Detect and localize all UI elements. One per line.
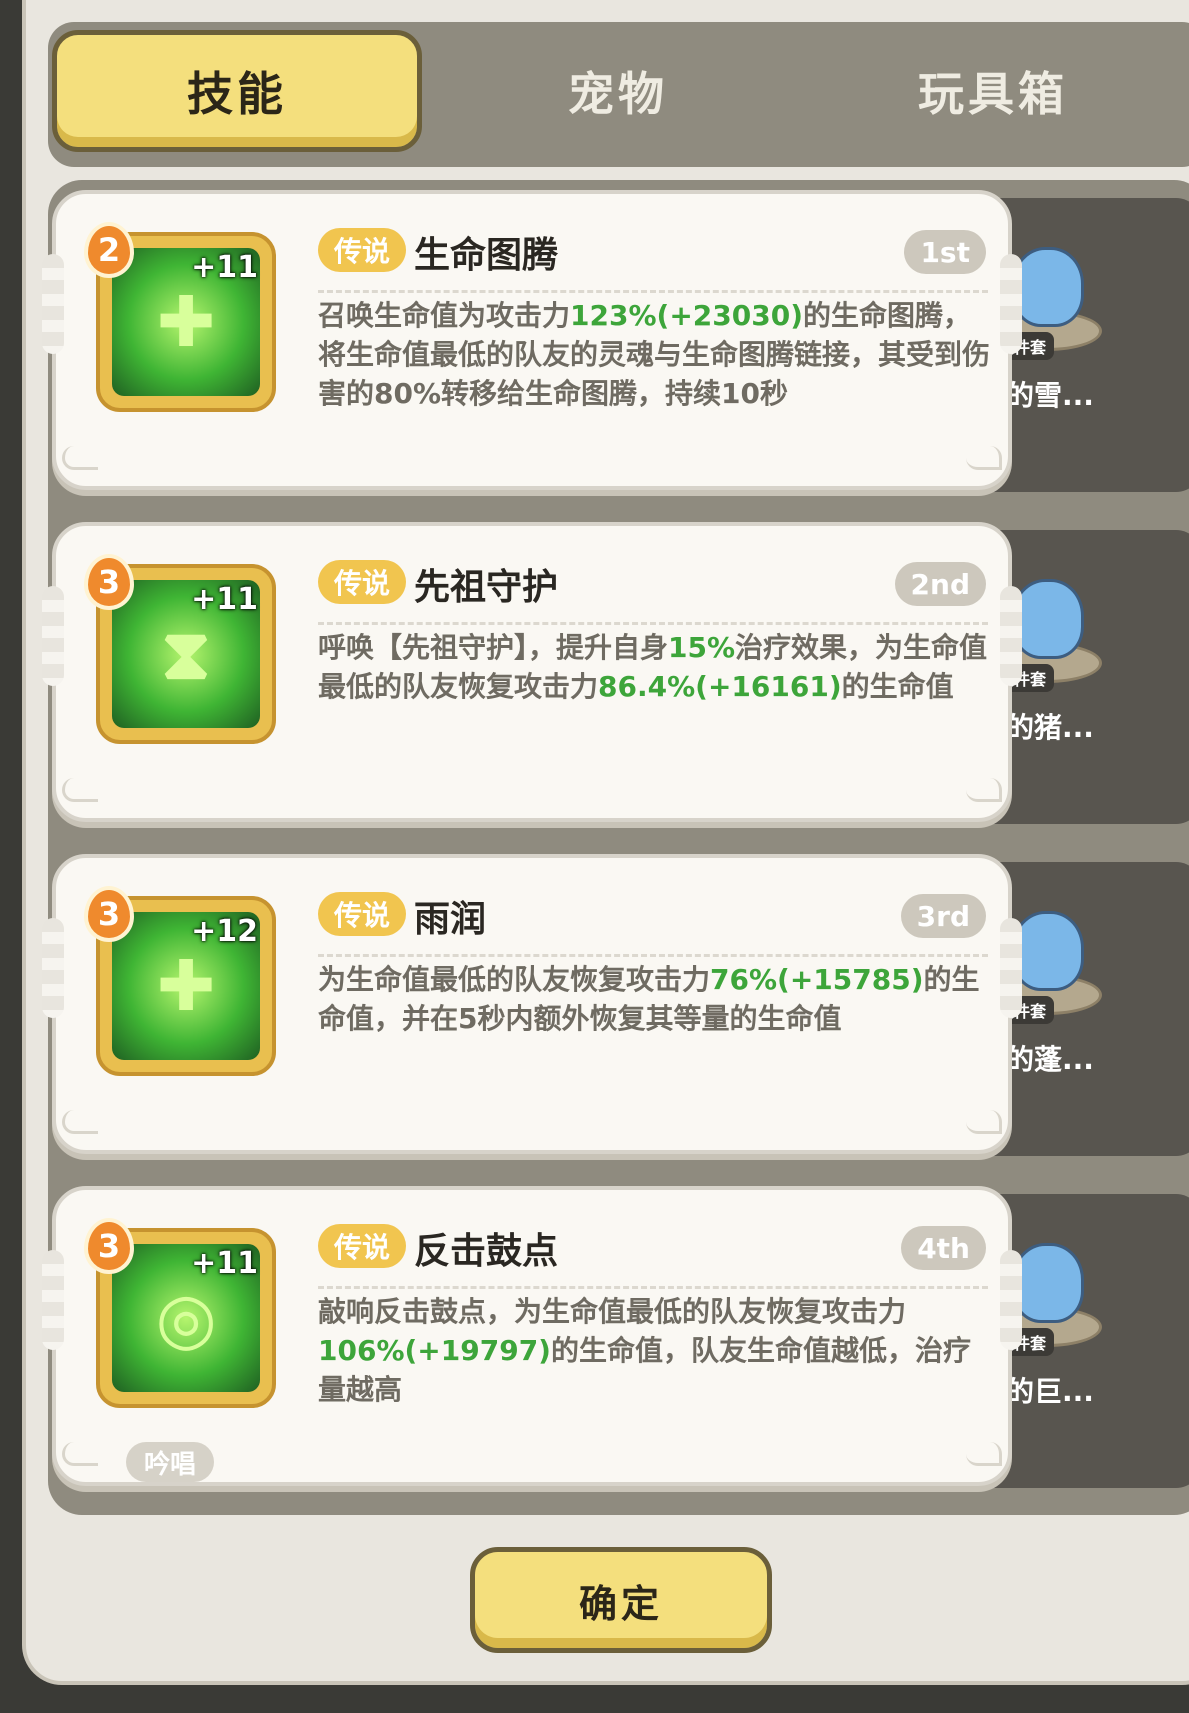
skill-card[interactable]: ✚ 3 +12 传说 雨润 3rd 为生命值最低的队友恢复攻击力76%(+157… — [42, 854, 1022, 1154]
skill-name: 雨润 — [414, 899, 487, 940]
skill-card[interactable]: ◎ 3 +11 传说 反击鼓点 4th 敲响反击鼓点，为生命值最低的队友恢复攻击… — [42, 1186, 1022, 1486]
skill-description: 召唤生命值为攻击力123%(+23030)的生命图腾，将生命值最低的队友的灵魂与… — [318, 296, 990, 413]
cast-tag: 吟唱 — [126, 1442, 215, 1482]
skill-card[interactable]: ✚ 2 +11 传说 生命图腾 1st 召唤生命值为攻击力123%(+23030… — [42, 190, 1022, 490]
skill-level-badge: 3 — [84, 1218, 134, 1274]
skill-card[interactable]: ⧗ 3 +11 传说 先祖守护 2nd 呼唤【先祖守护】，提升自身15%治疗效果… — [42, 522, 1022, 822]
tab-skills[interactable]: 技能 — [52, 30, 422, 152]
skill-desc-text: 呼唤【先祖守护】，提升自身 — [318, 631, 669, 664]
skill-rank-badge: 2nd — [894, 562, 986, 606]
card-ornament-right — [1000, 918, 1022, 1018]
skill-row: 六件套 发呆的蓬... ✚ 3 +12 传说 雨润 3rd 为生命值最低的队友恢… — [42, 848, 1189, 1161]
card-corner-decoration — [62, 1442, 98, 1466]
skill-row: 六件套 活跃的猪... ⧗ 3 +11 传说 先祖守护 2nd 呼唤【先祖守护】… — [42, 516, 1189, 829]
skill-description: 呼唤【先祖守护】，提升自身15%治疗效果，为生命值最低的队友恢复攻击力86.4%… — [318, 628, 990, 706]
skill-icon[interactable]: ✚ 2 +11 — [84, 222, 276, 412]
skill-rank-badge: 1st — [904, 230, 986, 274]
skill-stat-value: 86.4%(+16161) — [598, 670, 842, 703]
skill-icon[interactable]: ✚ 3 +12 — [84, 886, 276, 1076]
skill-desc-text: 为生命值最低的队友恢复攻击力 — [318, 963, 711, 996]
tab-pets[interactable]: 宠物 — [433, 30, 803, 152]
skill-name: 先祖守护 — [414, 567, 559, 608]
skill-enhance-badge: +11 — [191, 250, 258, 285]
skill-enhance-badge: +11 — [191, 582, 258, 617]
divider — [318, 290, 988, 293]
divider — [318, 1286, 988, 1289]
skill-stat-value: 123%(+23030) — [570, 299, 803, 332]
skill-desc-text: 敲响反击鼓点，为生命值最低的队友恢复攻击力 — [318, 1295, 907, 1328]
card-ornament-left — [42, 586, 64, 686]
divider — [318, 954, 988, 957]
card-ornament-right — [1000, 586, 1022, 686]
skill-icon[interactable]: ⧗ 3 +11 — [84, 554, 276, 744]
card-corner-decoration — [62, 446, 98, 470]
skill-enhance-badge: +11 — [191, 1246, 258, 1281]
skill-description: 敲响反击鼓点，为生命值最低的队友恢复攻击力106%(+19797)的生命值，队友… — [318, 1292, 990, 1409]
confirm-button[interactable]: 确定 — [470, 1547, 772, 1653]
skill-desc-text: 召唤生命值为攻击力 — [318, 299, 571, 332]
skill-name: 生命图腾 — [414, 235, 559, 276]
rarity-badge: 传说 — [318, 228, 407, 272]
skill-name: 反击鼓点 — [414, 1231, 559, 1272]
card-ornament-right — [1000, 1250, 1022, 1350]
skill-row: 六件套 快乐的雪... ✚ 2 +11 传说 生命图腾 1st 召唤生命值为攻击… — [42, 184, 1189, 497]
skill-icon[interactable]: ◎ 3 +11 — [84, 1218, 276, 1408]
pet-figure-icon — [1012, 579, 1084, 659]
skill-desc-text: 的生命值 — [841, 670, 954, 703]
skill-stat-value: 76%(+15785) — [710, 963, 924, 996]
card-corner-decoration — [62, 778, 98, 802]
bottom-strip — [0, 1688, 1189, 1713]
card-corner-decoration — [966, 1442, 1002, 1466]
rarity-badge: 传说 — [318, 892, 407, 936]
pet-figure-icon — [1012, 1243, 1084, 1323]
card-corner-decoration — [966, 778, 1002, 802]
tab-bar: 技能 宠物 玩具箱 — [48, 22, 1189, 167]
skill-row: 六件套 友好的巨... ◎ 3 +11 传说 反击鼓点 4th 敲响反击鼓点，为… — [42, 1180, 1189, 1493]
rarity-badge: 传说 — [318, 1224, 407, 1268]
rarity-badge: 传说 — [318, 560, 407, 604]
card-corner-decoration — [966, 1110, 1002, 1134]
skill-level-badge: 3 — [84, 554, 134, 610]
pet-figure-icon — [1012, 911, 1084, 991]
skill-rank-badge: 4th — [901, 1226, 986, 1270]
card-ornament-left — [42, 1250, 64, 1350]
card-ornament-left — [42, 918, 64, 1018]
pet-figure-icon — [1012, 247, 1084, 327]
divider — [318, 622, 988, 625]
skill-enhance-badge: +12 — [191, 914, 258, 949]
card-ornament-left — [42, 254, 64, 354]
skill-level-badge: 3 — [84, 886, 134, 942]
skill-level-badge: 2 — [84, 222, 134, 278]
skill-description: 为生命值最低的队友恢复攻击力76%(+15785)的生命值，并在5秒内额外恢复其… — [318, 960, 990, 1038]
skill-stat-value: 106%(+19797) — [318, 1334, 551, 1367]
tab-toybox[interactable]: 玩具箱 — [808, 30, 1178, 152]
card-corner-decoration — [966, 446, 1002, 470]
skill-stat-value: 15% — [668, 631, 736, 664]
card-corner-decoration — [62, 1110, 98, 1134]
card-ornament-right — [1000, 254, 1022, 354]
skill-rank-badge: 3rd — [900, 894, 986, 938]
